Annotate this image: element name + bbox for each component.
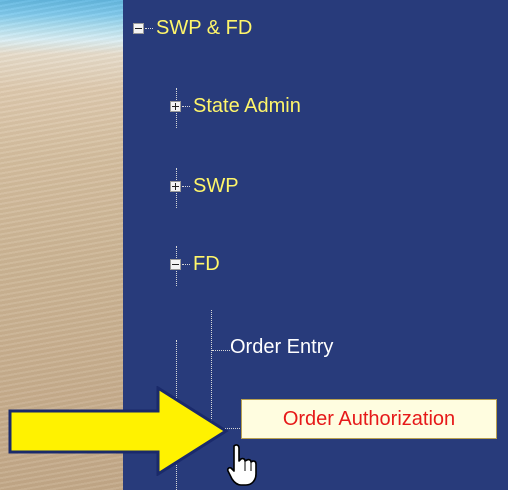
tree-node-state-admin[interactable]: State Admin (170, 95, 301, 118)
tree-node-label: Order Entry (230, 336, 334, 358)
tree-node-label: SWP & FD (156, 17, 253, 39)
tree-node-label: SWP (193, 175, 239, 197)
expand-icon[interactable] (170, 181, 181, 192)
tree-connector (182, 186, 190, 187)
tree-connector (182, 106, 190, 107)
tree-node-order-entry[interactable]: Order Entry (230, 336, 333, 359)
yellow-right-arrow-icon (8, 386, 229, 476)
collapse-icon[interactable] (133, 23, 144, 34)
tree-connector (145, 28, 153, 29)
tree-guide-line (212, 350, 230, 351)
expand-icon[interactable] (170, 101, 181, 112)
tree-node-swp[interactable]: SWP (170, 175, 239, 198)
tree-node-label: State Admin (193, 95, 301, 117)
tree-node-order-authorization[interactable]: Order Authorization (241, 399, 497, 439)
tree-node-label-selected: Order Authorization (282, 407, 456, 430)
tree-node-label: FD (193, 253, 220, 275)
tree-connector (182, 264, 190, 265)
collapse-icon[interactable] (170, 259, 181, 270)
tree-node-swp-fd[interactable]: SWP & FD (133, 17, 252, 40)
tree-node-fd[interactable]: FD (170, 253, 220, 276)
hand-pointer-icon (226, 444, 257, 486)
